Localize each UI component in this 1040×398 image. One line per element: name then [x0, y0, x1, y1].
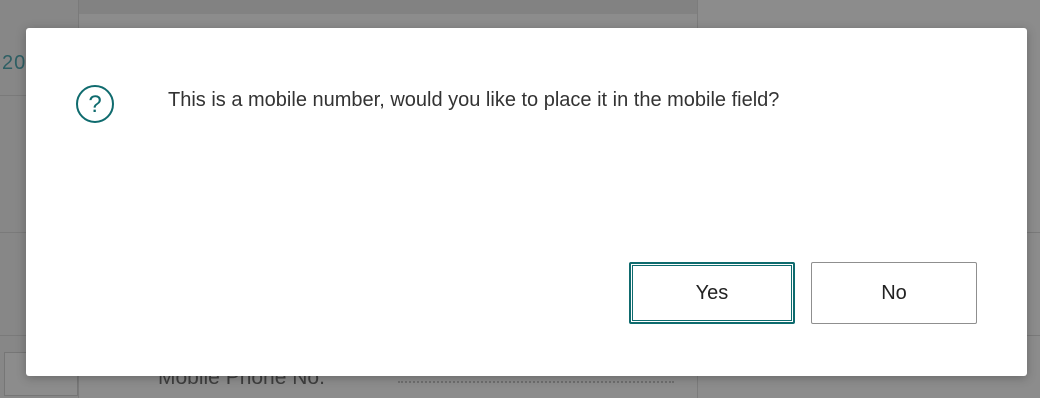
field-dotted-leader: [398, 381, 674, 383]
question-circle-icon: ?: [75, 84, 115, 124]
dialog-message: This is a mobile number, would you like …: [168, 89, 780, 111]
svg-text:?: ?: [88, 91, 101, 118]
background-heading-fragment: 20: [2, 52, 27, 74]
confirm-dialog: ? This is a mobile number, would you lik…: [26, 28, 1027, 376]
no-button[interactable]: No: [811, 262, 977, 324]
yes-button[interactable]: Yes: [629, 262, 795, 324]
